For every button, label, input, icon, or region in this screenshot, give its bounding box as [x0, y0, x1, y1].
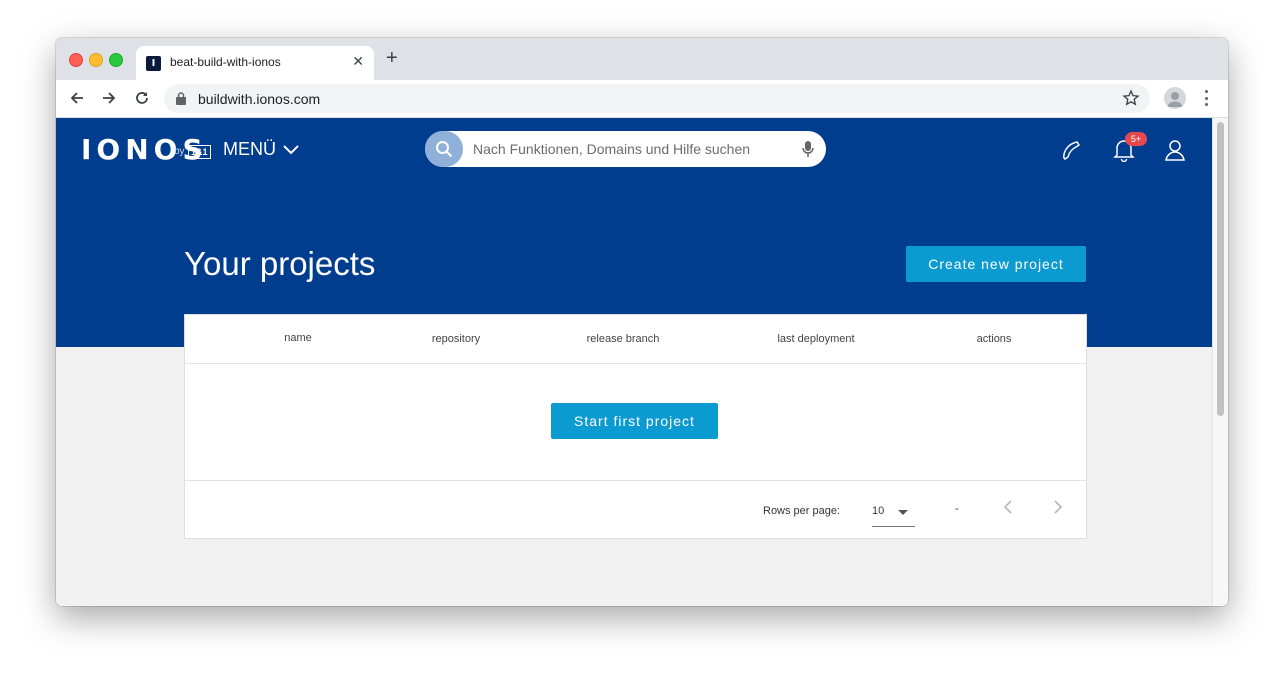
back-icon[interactable]: [66, 87, 88, 109]
search-icon[interactable]: [425, 131, 463, 167]
scrollbar-thumb[interactable]: [1217, 122, 1224, 416]
lock-icon: [176, 92, 186, 110]
logo-badge: 1&1: [188, 145, 211, 159]
user-icon[interactable]: [1164, 138, 1186, 167]
browser-toolbar: buildwith.ionos.com: [56, 80, 1228, 118]
browser-window: I beat-build-with-ionos ✕ + buildwith.io…: [56, 38, 1228, 606]
logo-by: by: [174, 146, 185, 157]
chevron-down-icon: [282, 139, 300, 160]
close-tab-icon[interactable]: ✕: [352, 53, 364, 70]
create-project-button[interactable]: Create new project: [906, 246, 1086, 282]
column-header-actions[interactable]: actions: [977, 333, 1012, 345]
notification-badge: 5+: [1125, 132, 1147, 146]
rows-per-page-select[interactable]: 10: [872, 498, 915, 527]
rows-per-page-value: 10: [872, 505, 885, 517]
chevron-right-icon[interactable]: [1053, 500, 1063, 519]
url-text: buildwith.ionos.com: [198, 91, 321, 107]
page-range: -: [955, 503, 959, 515]
ionos-favicon-icon: I: [146, 56, 161, 71]
tab-title: beat-build-with-ionos: [170, 55, 281, 69]
chevron-left-icon[interactable]: [1003, 500, 1013, 519]
menu-label: MENÜ: [223, 139, 276, 159]
projects-table: name repository release branch last depl…: [184, 314, 1087, 539]
rows-per-page-label: Rows per page:: [763, 505, 841, 517]
reload-icon[interactable]: [131, 87, 153, 109]
page-viewport: IONOS by 1&1 MENÜ Nach Funktionen, Domai…: [56, 118, 1228, 606]
minimize-window-button[interactable]: [89, 53, 103, 67]
tab-strip: I beat-build-with-ionos ✕ +: [56, 38, 1228, 80]
profile-icon[interactable]: [1164, 87, 1186, 109]
address-bar[interactable]: buildwith.ionos.com: [164, 84, 1150, 113]
search-input[interactable]: Nach Funktionen, Domains und Hilfe suche…: [425, 131, 826, 167]
menu-button[interactable]: MENÜ: [223, 139, 300, 160]
mic-icon[interactable]: [802, 140, 814, 163]
new-tab-button[interactable]: +: [386, 48, 398, 68]
phone-icon[interactable]: [1059, 138, 1083, 167]
column-header-name[interactable]: name: [284, 332, 312, 344]
close-window-button[interactable]: [69, 53, 83, 67]
site-header: IONOS by 1&1 MENÜ Nach Funktionen, Domai…: [56, 118, 1213, 184]
page-title: Your projects: [184, 245, 376, 282]
table-pagination: Rows per page: 10 -: [185, 480, 1086, 539]
column-header-repository[interactable]: repository: [432, 333, 480, 345]
star-icon[interactable]: [1122, 89, 1140, 112]
page-scrollbar[interactable]: [1212, 118, 1228, 606]
search-placeholder: Nach Funktionen, Domains und Hilfe suche…: [473, 141, 751, 157]
start-first-project-button[interactable]: Start first project: [551, 403, 718, 439]
column-header-release-branch[interactable]: release branch: [587, 333, 660, 345]
forward-icon[interactable]: [98, 87, 120, 109]
browser-tab[interactable]: I beat-build-with-ionos ✕: [136, 46, 374, 80]
column-header-last-deployment[interactable]: last deployment: [777, 333, 854, 345]
kebab-icon[interactable]: [1198, 88, 1214, 108]
table-header: name repository release branch last depl…: [185, 315, 1086, 364]
caret-down-icon: [898, 510, 908, 515]
maximize-window-button[interactable]: [109, 53, 123, 67]
